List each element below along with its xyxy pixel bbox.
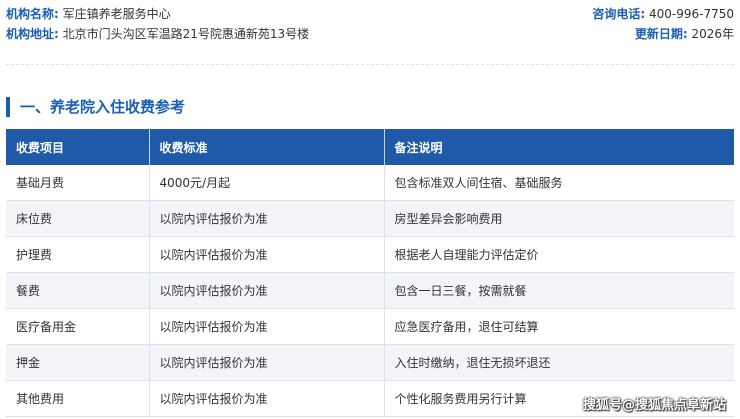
table-header-row: 收费项目 收费标准 备注说明	[6, 129, 734, 165]
cell-remark: 入住时缴纳，退住无损坏退还	[384, 344, 734, 381]
info-row-2: 机构地址: 北京市门头沟区军温路21号院惠通新苑13号楼 更新日期: 2026年	[6, 24, 734, 44]
header-standard: 收费标准	[149, 129, 385, 165]
update-group: 更新日期: 2026年	[635, 24, 734, 44]
update-label: 更新日期:	[634, 27, 688, 41]
table-row: 护理费 以院内评估报价为准 根据老人自理能力评估定价	[6, 236, 734, 273]
address-value: 北京市门头沟区军温路21号院惠通新苑13号楼	[62, 27, 310, 41]
table-row: 基础月费 4000元/月起 包含标准双人间住宿、基础服务	[6, 165, 734, 201]
cell-item: 基础月费	[6, 165, 150, 201]
cell-standard: 以院内评估报价为准	[149, 272, 385, 309]
cell-remark: 包含一日三餐，按需就餐	[384, 272, 734, 309]
update-value: 2026年	[691, 27, 734, 41]
cell-item: 其他费用	[6, 380, 150, 417]
cell-item: 医疗备用金	[6, 308, 150, 345]
cell-standard: 4000元/月起	[149, 165, 385, 201]
name-value: 军庄镇养老服务中心	[62, 7, 171, 21]
phone-group: 咨询电话: 400-996-7750	[592, 4, 734, 24]
institution-info: 机构名称: 军庄镇养老服务中心 咨询电话: 400-996-7750 机构地址:…	[0, 0, 740, 50]
cell-remark: 应急医疗备用，退住可结算	[384, 308, 734, 345]
cell-standard: 以院内评估报价为准	[149, 236, 385, 273]
cell-item: 床位费	[6, 200, 150, 237]
address-label: 机构地址:	[6, 27, 59, 41]
header-remark: 备注说明	[384, 129, 734, 165]
name-label: 机构名称:	[6, 7, 59, 21]
table-row: 床位费 以院内评估报价为准 房型差异会影响费用	[6, 200, 734, 237]
section-title: 一、养老院入住收费参考	[20, 98, 186, 116]
header-item: 收费项目	[6, 129, 150, 165]
cell-remark: 根据老人自理能力评估定价	[384, 236, 734, 273]
watermark: 搜狐号@搜狐焦点阜新站	[582, 398, 726, 413]
dashed-divider	[6, 64, 734, 65]
table-row: 医疗备用金 以院内评估报价为准 应急医疗备用，退住可结算	[6, 308, 734, 345]
cell-standard: 以院内评估报价为准	[149, 344, 385, 381]
section-accent-bar	[6, 97, 10, 117]
table-row: 餐费 以院内评估报价为准 包含一日三餐，按需就餐	[6, 272, 734, 309]
cell-item: 餐费	[6, 272, 150, 309]
info-row-1: 机构名称: 军庄镇养老服务中心 咨询电话: 400-996-7750	[6, 4, 734, 24]
cell-item: 押金	[6, 344, 150, 381]
cell-item: 护理费	[6, 236, 150, 273]
cell-standard: 以院内评估报价为准	[149, 200, 385, 237]
phone-value[interactable]: 400-996-7750	[649, 7, 734, 21]
phone-label: 咨询电话:	[592, 7, 646, 21]
cell-standard: 以院内评估报价为准	[149, 380, 385, 417]
cell-remark: 包含标准双人间住宿、基础服务	[384, 165, 734, 201]
fee-table: 收费项目 收费标准 备注说明 基础月费 4000元/月起 包含标准双人间住宿、基…	[6, 129, 734, 417]
table-row: 押金 以院内评估报价为准 入住时缴纳，退住无损坏退还	[6, 344, 734, 381]
cell-remark: 房型差异会影响费用	[384, 200, 734, 237]
cell-standard: 以院内评估报价为准	[149, 308, 385, 345]
